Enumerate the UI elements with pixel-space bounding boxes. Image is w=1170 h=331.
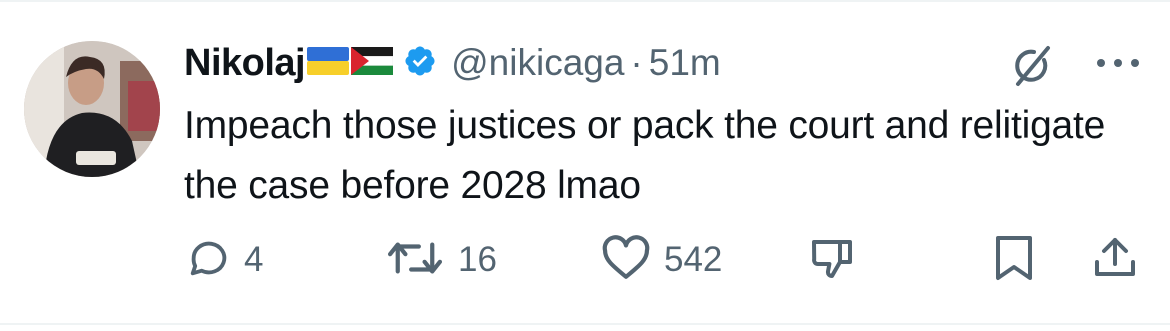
reply-button[interactable]: 4 bbox=[186, 230, 263, 290]
more-icon[interactable] bbox=[1093, 50, 1143, 76]
bookmark-icon bbox=[992, 234, 1036, 287]
palestine-flag-icon bbox=[350, 46, 394, 80]
timestamp[interactable]: 51m bbox=[649, 42, 721, 84]
meta-separator: · bbox=[630, 42, 643, 83]
ukraine-flag-icon bbox=[307, 46, 350, 80]
like-button[interactable]: 542 bbox=[600, 230, 722, 290]
reply-icon bbox=[186, 235, 232, 286]
verified-badge-icon[interactable] bbox=[403, 44, 437, 83]
author-name[interactable]: Nikolaj bbox=[184, 42, 306, 85]
bookmark-button[interactable] bbox=[992, 230, 1036, 290]
tweet-text: Impeach those justices or pack the court… bbox=[184, 104, 1106, 207]
author-handle[interactable]: @nikicaga bbox=[451, 42, 624, 84]
share-button[interactable] bbox=[1093, 230, 1137, 290]
reply-count: 4 bbox=[244, 240, 264, 279]
tweet-header: Nikolaj @nikicaga · 51m bbox=[184, 38, 721, 88]
repost-button[interactable]: 16 bbox=[384, 230, 497, 290]
like-icon bbox=[600, 234, 652, 286]
bottom-divider bbox=[0, 323, 1170, 325]
like-count: 542 bbox=[664, 240, 723, 279]
dislike-icon bbox=[808, 234, 856, 287]
dislike-button[interactable] bbox=[808, 230, 856, 290]
action-bar: 4 16 542 bbox=[0, 230, 1170, 290]
repost-icon bbox=[384, 235, 446, 286]
share-icon bbox=[1093, 234, 1137, 287]
grok-icon[interactable] bbox=[1008, 42, 1056, 90]
avatar[interactable] bbox=[24, 41, 160, 177]
top-divider bbox=[0, 0, 1170, 2]
repost-count: 16 bbox=[458, 240, 497, 279]
